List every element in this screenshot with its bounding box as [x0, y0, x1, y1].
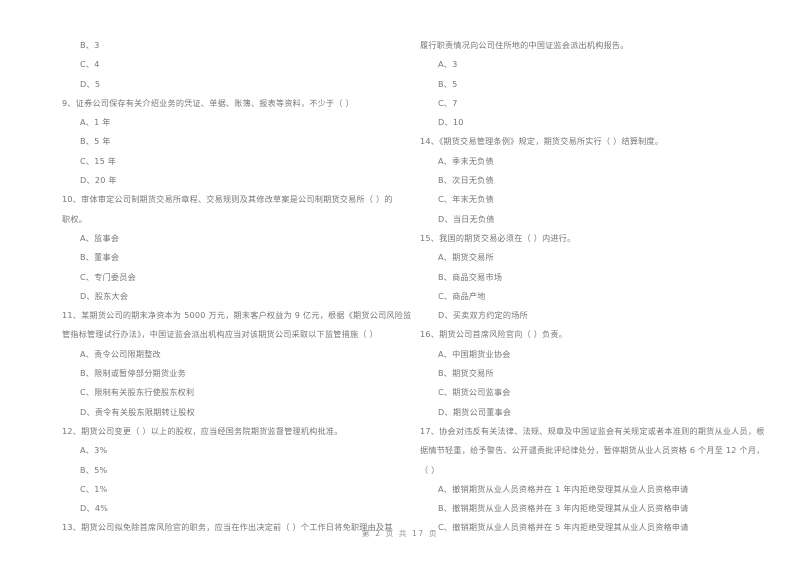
question-14: 14、《期货交易管理条例》规定，期货交易所实行（ ）结算制度。 A、季末无负债 … — [420, 132, 750, 228]
option-line: C、年末无负债 — [438, 194, 494, 205]
option-line: B、次日无负债 — [438, 175, 494, 186]
option-line: B、撤销期货从业人员资格并在 3 年内拒绝受理其从业人员资格申请 — [438, 503, 689, 514]
question-11: 11、某期货公司的期末净资本为 5000 万元，期末客户权益为 9 亿元，根据《… — [62, 306, 412, 422]
option-line: D、20 年 — [80, 175, 117, 186]
option-line: A、3 — [438, 59, 458, 70]
option-line: D、5 — [80, 78, 101, 89]
option-line: C、期货公司监事会 — [438, 387, 511, 398]
question-12: 12、期货公司变更（ ）以上的股权，应当经国务院期货监督管理机构批准。 A、3%… — [62, 422, 392, 518]
option-line: C、4 — [80, 59, 100, 70]
option-line: D、10 — [438, 117, 464, 128]
option-line: B、期货交易所 — [438, 368, 494, 379]
option-line: C、专门委员会 — [80, 271, 136, 282]
option-line: B、5 — [438, 78, 458, 89]
question-stem: 9、证券公司保存有关介绍业务的凭证、单据、账簿、报表等资料，不少于（ ） — [62, 97, 354, 108]
question-stem: 10、审体审定公司制期货交易所章程、交易规则及其修改草案是公司制期货交易所（ ）… — [62, 194, 393, 205]
option-line: C、限制有关股东行使股东权利 — [80, 387, 195, 398]
option-line: A、中国期货业协会 — [438, 348, 511, 359]
option-line: C、15 年 — [80, 155, 117, 166]
question-answer-blank: （ ） — [420, 464, 440, 475]
question-10: 10、审体审定公司制期货交易所章程、交易规则及其修改草案是公司制期货交易所（ ）… — [62, 190, 392, 306]
page-footer: 第 2 页 共 17 页 — [361, 529, 439, 538]
question-stem-continuation: 职权。 — [62, 213, 88, 224]
question-stem-continuation: 履行职责情况向公司住所地的中国证监会派出机构报告。 — [420, 40, 629, 50]
option-line: D、买卖双方约定的场所 — [438, 310, 528, 321]
option-line: C、7 — [438, 97, 458, 108]
question-17: 17、协会对违反有关法律、法规、规章及中国证监会有关规定或者本准则的期货从业人员… — [420, 422, 765, 538]
document-page: B、3 C、4 D、5 9、证券公司保存有关介绍业务的凭证、单据、账簿、报表等资… — [0, 0, 800, 565]
option-line: A、3% — [80, 445, 108, 456]
question-stem: 17、协会对违反有关法律、法规、规章及中国证监会有关规定或者本准则的期货从业人员… — [420, 425, 765, 436]
option-line: A、责令公司限期整改 — [80, 348, 161, 359]
question-stem: 11、某期货公司的期末净资本为 5000 万元，期末客户权益为 9 亿元，根据《… — [62, 310, 412, 321]
option-line: A、季末无负债 — [438, 155, 494, 166]
option-line: D、4% — [80, 503, 109, 514]
question-stem: 12、期货公司变更（ ）以上的股权，应当经国务院期货监督管理机构批准。 — [62, 425, 343, 436]
option-line: B、3 — [80, 40, 100, 50]
option-line: B、限制或暂停部分期货业务 — [80, 368, 186, 379]
question-stem: 14、《期货交易管理条例》规定，期货交易所实行（ ）结算制度。 — [420, 136, 664, 147]
question-15: 15、我国的期货交易必须在（ ）内进行。 A、期货交易所 B、商品交易市场 C、… — [420, 229, 750, 325]
option-line: C、1% — [80, 483, 108, 494]
option-line: B、商品交易市场 — [438, 271, 503, 282]
option-line: C、商品产地 — [438, 290, 486, 301]
option-line: D、责令有关股东限期转让股权 — [80, 406, 195, 417]
option-line: B、5% — [80, 464, 108, 475]
option-line: A、监事会 — [80, 232, 120, 243]
option-line: D、当日无负债 — [438, 213, 495, 224]
option-line: B、5 年 — [80, 136, 111, 147]
question-9: 9、证券公司保存有关介绍业务的凭证、单据、账簿、报表等资料，不少于（ ） A、1… — [62, 94, 392, 190]
question-stem-continuation: 据情节轻重，给予警告、公开谴责批评纪律处分，暂停期货从业人员资格 6 个月至 1… — [420, 445, 765, 456]
question-stem: 16、期货公司首席风险官向（ ）负责。 — [420, 329, 568, 340]
option-line: D、股东大会 — [80, 290, 129, 301]
option-line: D、期货公司董事会 — [438, 406, 512, 417]
option-line: A、1 年 — [80, 117, 111, 128]
question-13-continuation: 履行职责情况向公司住所地的中国证监会派出机构报告。 A、3 B、5 C、7 D、… — [420, 36, 750, 132]
question-stem-continuation: 管指标管理试行办法》，中国证监会派出机构应当对该期货公司采取以下监管措施（ ） — [62, 329, 378, 340]
option-line: B、董事会 — [80, 252, 120, 263]
question-stem: 15、我国的期货交易必须在（ ）内进行。 — [420, 232, 576, 243]
question-16: 16、期货公司首席风险官向（ ）负责。 A、中国期货业协会 B、期货交易所 C、… — [420, 325, 750, 421]
left-text-column: B、3 C、4 D、5 9、证券公司保存有关介绍业务的凭证、单据、账簿、报表等资… — [62, 36, 412, 538]
option-line: A、期货交易所 — [438, 252, 494, 263]
orphan-options-block: B、3 C、4 D、5 — [62, 36, 392, 94]
two-column-layout: B、3 C、4 D、5 9、证券公司保存有关介绍业务的凭证、单据、账簿、报表等资… — [0, 36, 800, 538]
right-text-column: 履行职责情况向公司住所地的中国证监会派出机构报告。 A、3 B、5 C、7 D、… — [420, 36, 765, 538]
option-line: A、撤销期货从业人员资格并在 1 年内拒绝受理其从业人员资格申请 — [438, 483, 689, 494]
